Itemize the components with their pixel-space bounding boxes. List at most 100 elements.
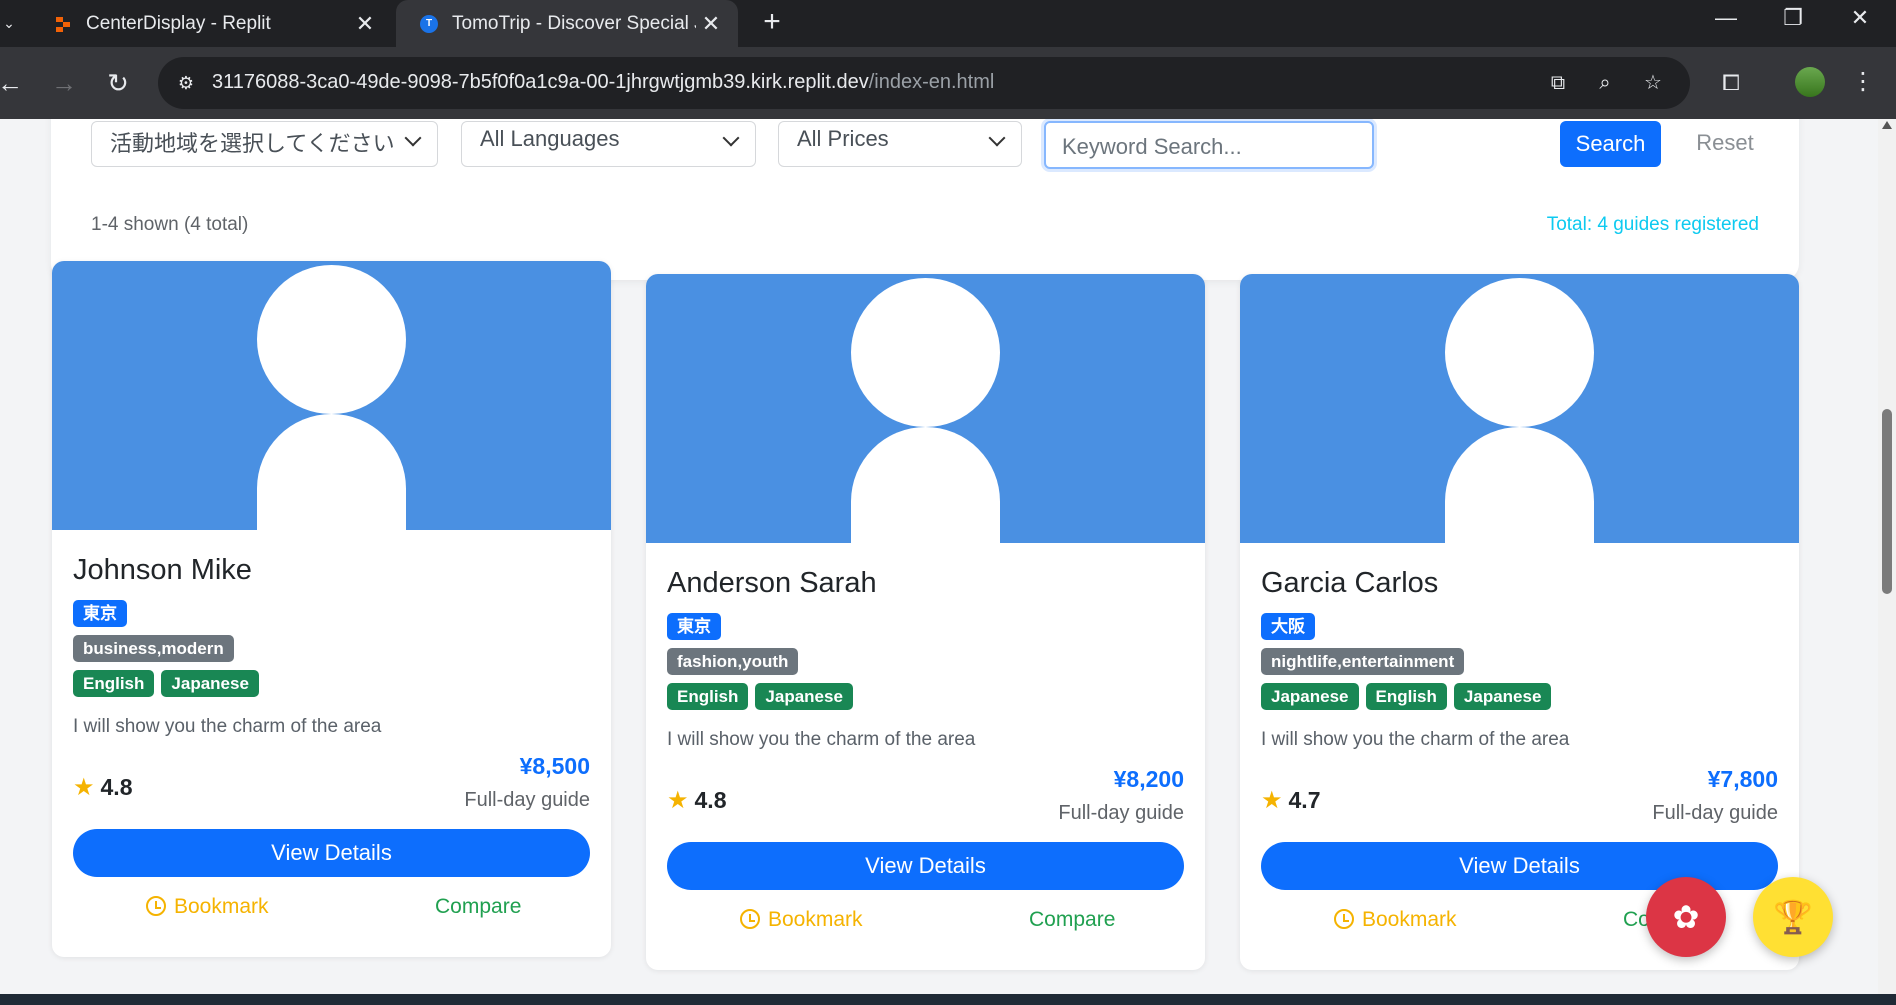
star-icon: ★ bbox=[73, 774, 95, 801]
site-info-icon[interactable]: ⚙ bbox=[172, 70, 200, 96]
guide-photo-placeholder bbox=[52, 261, 611, 530]
location-badge: 大阪 bbox=[1261, 613, 1315, 640]
close-icon[interactable]: ✕ bbox=[696, 11, 726, 37]
clock-icon bbox=[1334, 909, 1354, 929]
clock-icon bbox=[740, 909, 760, 929]
price-type: Full-day guide bbox=[1058, 802, 1184, 824]
guide-name: Garcia Carlos bbox=[1261, 567, 1439, 599]
forward-icon[interactable]: → bbox=[46, 65, 82, 101]
guide-description: I will show you the charm of the area bbox=[667, 729, 976, 750]
tab-title: TomoTrip - Discover Special Jou bbox=[452, 12, 696, 34]
gear-icon: ✿ bbox=[1672, 899, 1700, 935]
url-host: 31176088-3ca0-49de-9098-7b5f0f0a1c9a-00-… bbox=[212, 71, 869, 93]
bookmark-label: Bookmark bbox=[174, 895, 269, 918]
minimize-icon[interactable]: — bbox=[1696, 0, 1756, 40]
profile-avatar[interactable] bbox=[1795, 67, 1825, 97]
language-badge: Japanese bbox=[1453, 683, 1552, 710]
tab-title: CenterDisplay - Replit bbox=[86, 12, 271, 34]
scroll-up-icon[interactable] bbox=[1882, 121, 1892, 129]
language-badge: English bbox=[667, 683, 749, 710]
tab-search-icon[interactable]: ⌄ bbox=[0, 8, 18, 38]
settings-fab[interactable]: ✿ bbox=[1646, 877, 1726, 957]
guide-description: I will show you the charm of the area bbox=[1261, 729, 1570, 750]
guide-card: Anderson Sarah 東京 fashion,youth English … bbox=[646, 274, 1205, 970]
language-badge: English bbox=[73, 670, 155, 697]
bookmark-button[interactable]: Bookmark bbox=[146, 895, 269, 919]
avatar-head bbox=[851, 278, 1000, 427]
window-close-icon[interactable]: ✕ bbox=[1830, 0, 1890, 40]
guide-rating: ★ 4.8 bbox=[73, 773, 133, 802]
extensions-icon[interactable]: ⧠ bbox=[1714, 66, 1748, 100]
region-select[interactable]: 活動地域を選択してください bbox=[91, 121, 438, 167]
guide-name: Johnson Mike bbox=[73, 554, 252, 586]
results-count: 1-4 shown (4 total) bbox=[91, 214, 249, 235]
avatar-head bbox=[257, 265, 406, 414]
view-details-button[interactable]: View Details bbox=[667, 842, 1184, 890]
bookmark-label: Bookmark bbox=[1362, 908, 1457, 931]
menu-icon[interactable]: ⋮ bbox=[1851, 67, 1875, 97]
guide-price: ¥8,200 bbox=[1113, 766, 1184, 792]
guide-name: Anderson Sarah bbox=[667, 567, 877, 599]
chevron-down-icon bbox=[722, 129, 740, 147]
location-badge: 東京 bbox=[73, 600, 127, 627]
specialty-badge: fashion,youth bbox=[667, 648, 799, 675]
zoom-icon[interactable]: ⌕ bbox=[1590, 69, 1620, 97]
url-path: /index-en.html bbox=[868, 71, 995, 93]
rating-value: 4.8 bbox=[694, 787, 727, 813]
page-scrollbar[interactable] bbox=[1878, 119, 1896, 994]
language-badge: Japanese bbox=[161, 670, 259, 697]
bookmark-button[interactable]: Bookmark bbox=[740, 908, 863, 932]
guide-card: Garcia Carlos 大阪 nightlife,entertainment… bbox=[1240, 274, 1799, 970]
bookmark-star-icon[interactable]: ☆ bbox=[1638, 69, 1668, 97]
browser-tab-centerdisplay[interactable]: CenterDisplay - Replit ✕ bbox=[30, 0, 392, 47]
browser-tab-bar: ⌄ CenterDisplay - Replit ✕ T TomoTrip - … bbox=[0, 0, 1896, 47]
star-icon: ★ bbox=[1261, 787, 1283, 814]
specialty-badge: nightlife,entertainment bbox=[1261, 648, 1465, 675]
avatar-body bbox=[851, 427, 1000, 543]
star-icon: ★ bbox=[667, 787, 689, 814]
chevron-down-icon bbox=[988, 129, 1006, 147]
url-text[interactable]: 31176088-3ca0-49de-9098-7b5f0f0a1c9a-00-… bbox=[212, 71, 994, 94]
guide-card: Johnson Mike 東京 business,modern English … bbox=[52, 261, 611, 957]
new-tab-button[interactable]: + bbox=[756, 4, 788, 40]
search-button[interactable]: Search bbox=[1560, 121, 1661, 167]
bookmark-label: Bookmark bbox=[768, 908, 863, 931]
trophy-icon: 🏆 bbox=[1773, 899, 1813, 935]
page-viewport: 活動地域を選択してください All Languages All Prices S… bbox=[0, 119, 1878, 994]
address-bar[interactable]: ⚙ 31176088-3ca0-49de-9098-7b5f0f0a1c9a-0… bbox=[158, 57, 1690, 109]
compare-button[interactable]: Compare bbox=[1029, 908, 1115, 932]
chevron-down-icon bbox=[404, 129, 422, 147]
guide-description: I will show you the charm of the area bbox=[73, 716, 382, 737]
location-badge: 東京 bbox=[667, 613, 721, 640]
restore-icon[interactable]: ❐ bbox=[1763, 0, 1823, 40]
browser-toolbar: ← → ↻ ⚙ 31176088-3ca0-49de-9098-7b5f0f0a… bbox=[0, 47, 1896, 119]
bookmark-button[interactable]: Bookmark bbox=[1334, 908, 1457, 932]
clock-icon bbox=[146, 896, 166, 916]
keyword-search-input[interactable] bbox=[1044, 121, 1374, 169]
replit-icon bbox=[54, 15, 72, 33]
language-select[interactable]: All Languages bbox=[461, 121, 756, 167]
price-select-value: All Prices bbox=[797, 126, 889, 151]
rating-value: 4.7 bbox=[1288, 787, 1321, 813]
avatar-body bbox=[257, 414, 406, 530]
language-badge: English bbox=[1365, 683, 1447, 710]
browser-tab-tomotrip[interactable]: T TomoTrip - Discover Special Jou ✕ bbox=[396, 0, 738, 47]
os-taskbar bbox=[0, 994, 1896, 1005]
avatar-head bbox=[1445, 278, 1594, 427]
guide-price: ¥8,500 bbox=[519, 753, 590, 779]
view-details-button[interactable]: View Details bbox=[73, 829, 590, 877]
price-select[interactable]: All Prices bbox=[778, 121, 1022, 167]
language-badge: Japanese bbox=[1261, 683, 1359, 710]
scroll-thumb[interactable] bbox=[1882, 409, 1892, 594]
guide-photo-placeholder bbox=[646, 274, 1205, 543]
reset-button[interactable]: Reset bbox=[1685, 123, 1765, 163]
back-icon[interactable]: ← bbox=[0, 65, 28, 101]
translate-icon[interactable]: ⧉ bbox=[1543, 69, 1573, 97]
avatar-body bbox=[1445, 427, 1594, 543]
reload-icon[interactable]: ↻ bbox=[100, 65, 136, 101]
ranking-fab[interactable]: 🏆 bbox=[1753, 877, 1833, 957]
compare-button[interactable]: Compare bbox=[435, 895, 521, 919]
close-icon[interactable]: ✕ bbox=[350, 11, 380, 37]
guide-rating: ★ 4.7 bbox=[1261, 786, 1321, 815]
tomotrip-icon: T bbox=[420, 14, 438, 33]
